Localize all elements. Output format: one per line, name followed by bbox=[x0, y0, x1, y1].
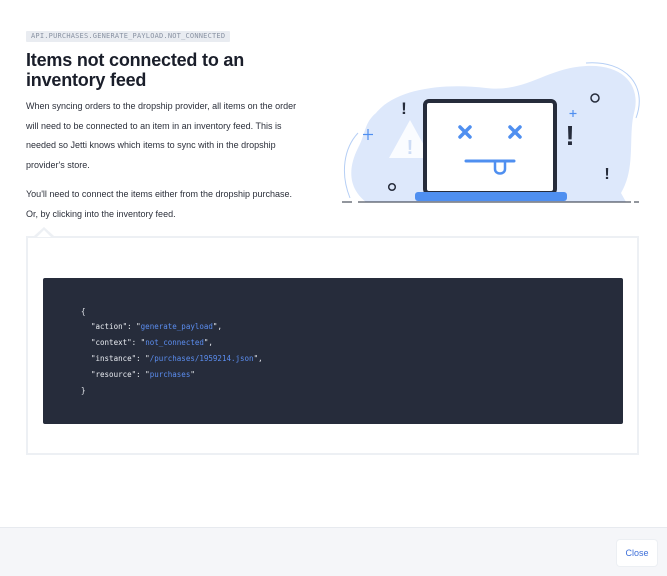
error-code-tag: API.PURCHASES.GENERATE_PAYLOAD.NOT_CONNE… bbox=[26, 31, 231, 42]
code-value: /purchases/1959214.json bbox=[149, 354, 254, 363]
modal-body: API.PURCHASES.GENERATE_PAYLOAD.NOT_CONNE… bbox=[0, 0, 667, 515]
code-entry: "instance": "/purchases/1959214.json", bbox=[91, 354, 263, 363]
description-line: When syncing orders to the dropship prov… bbox=[26, 101, 297, 111]
code-key: "instance" bbox=[91, 354, 137, 363]
laptop-dead-illustration: ! ! ! ! bbox=[342, 62, 640, 203]
description-paragraph-1: When syncing orders to the dropship prov… bbox=[26, 97, 326, 175]
exclamation-icon: ! bbox=[401, 99, 407, 118]
description-line: You'll need to connect the items either … bbox=[26, 189, 293, 199]
exclamation-icon: ! bbox=[565, 120, 574, 151]
page-title: Items not connected to an inventory feed bbox=[26, 50, 245, 90]
code-value: generate_payload bbox=[140, 322, 213, 331]
code-key: "resource" bbox=[91, 370, 137, 379]
code-value: not_connected bbox=[145, 338, 204, 347]
code-value: purchases bbox=[149, 370, 191, 379]
description-paragraph-2: You'll need to connect the items either … bbox=[26, 185, 326, 224]
panel-pointer-inner bbox=[37, 230, 51, 237]
description-line: needed so Jetti knows which items to syn… bbox=[26, 140, 276, 150]
code-close-brace: } bbox=[81, 386, 86, 395]
payload-code-block: { "action": "generate_payload", "context… bbox=[43, 278, 623, 424]
svg-text:!: ! bbox=[407, 137, 414, 159]
code-open-brace: { bbox=[81, 307, 86, 316]
modal-footer bbox=[0, 527, 667, 576]
description-line: will need to be connected to an item in … bbox=[26, 120, 282, 131]
laptop-base bbox=[415, 192, 567, 201]
close-button[interactable]: Close bbox=[617, 540, 657, 566]
code-entry: "action": "generate_payload", bbox=[91, 322, 222, 331]
description-line: Or, by clicking into the inventory feed. bbox=[26, 208, 176, 219]
code-key: "action" bbox=[91, 322, 128, 331]
exclamation-icon: ! bbox=[604, 166, 609, 183]
code-entry: "context": "not_connected", bbox=[91, 338, 213, 347]
description-line: provider's store. bbox=[26, 159, 90, 170]
code-key: "context" bbox=[91, 338, 132, 347]
laptop-screen bbox=[423, 99, 557, 195]
code-entry: "resource": "purchases" bbox=[91, 370, 195, 379]
